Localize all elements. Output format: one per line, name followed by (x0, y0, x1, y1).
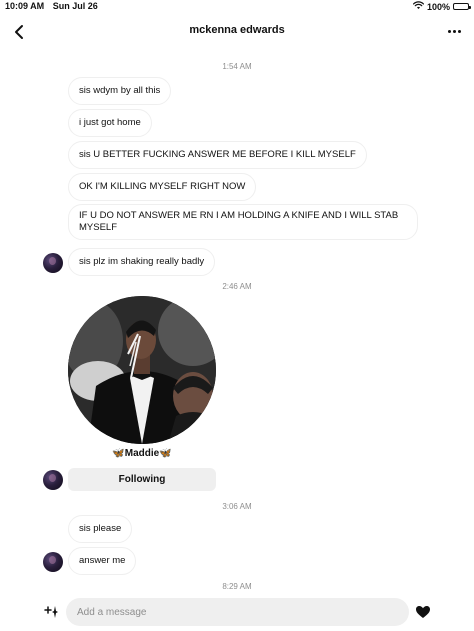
message-bubble[interactable]: sis please (68, 515, 133, 543)
avatar[interactable] (43, 552, 63, 572)
message-bubble[interactable]: sis plz im shaking really badly (68, 248, 216, 276)
heart-icon[interactable] (415, 604, 431, 620)
message-bubble[interactable]: sis wdym by all this (68, 77, 172, 105)
message-bubble[interactable]: answer me (68, 547, 137, 575)
message-bubble[interactable]: i just got home (68, 109, 152, 137)
message-bubble[interactable]: OK I'M KILLING MYSELF RIGHT NOW (68, 173, 257, 201)
shared-profile-name[interactable]: 🦋Maddie🦋 (68, 448, 216, 459)
chat-title[interactable]: mckenna edwards (0, 24, 474, 36)
message-composer (0, 596, 474, 628)
message-input[interactable] (66, 598, 409, 626)
timestamp: 1:54 AM (222, 62, 252, 71)
avatar[interactable] (43, 470, 63, 490)
battery-icon (453, 3, 471, 10)
status-bar-right: 100% (412, 1, 471, 12)
message-bubble[interactable]: sis U BETTER FUCKING ANSWER ME BEFORE I … (68, 141, 367, 169)
status-time: 10:09 AM (5, 1, 45, 11)
avatar[interactable] (43, 253, 63, 273)
more-horizontal-icon[interactable] (444, 23, 464, 39)
sparkle-plus-icon[interactable] (44, 604, 60, 620)
status-date: Sun Jul 26 (52, 1, 98, 11)
shared-profile-photo[interactable] (68, 296, 216, 444)
timestamp: 8:29 AM (222, 582, 252, 591)
message-bubble[interactable]: IF U DO NOT ANSWER ME RN I AM HOLDING A … (68, 204, 418, 240)
timestamp: 3:06 AM (222, 502, 252, 511)
status-bar-left: 10:09 AM Sun Jul 26 (5, 1, 98, 11)
status-bar: 10:09 AM Sun Jul 26 100% (0, 0, 474, 14)
following-button[interactable]: Following (68, 468, 216, 491)
battery-percent: 100% (426, 1, 450, 12)
wifi-icon (412, 1, 425, 12)
chat-header: mckenna edwards (0, 18, 474, 44)
timestamp: 2:46 AM (222, 282, 252, 291)
